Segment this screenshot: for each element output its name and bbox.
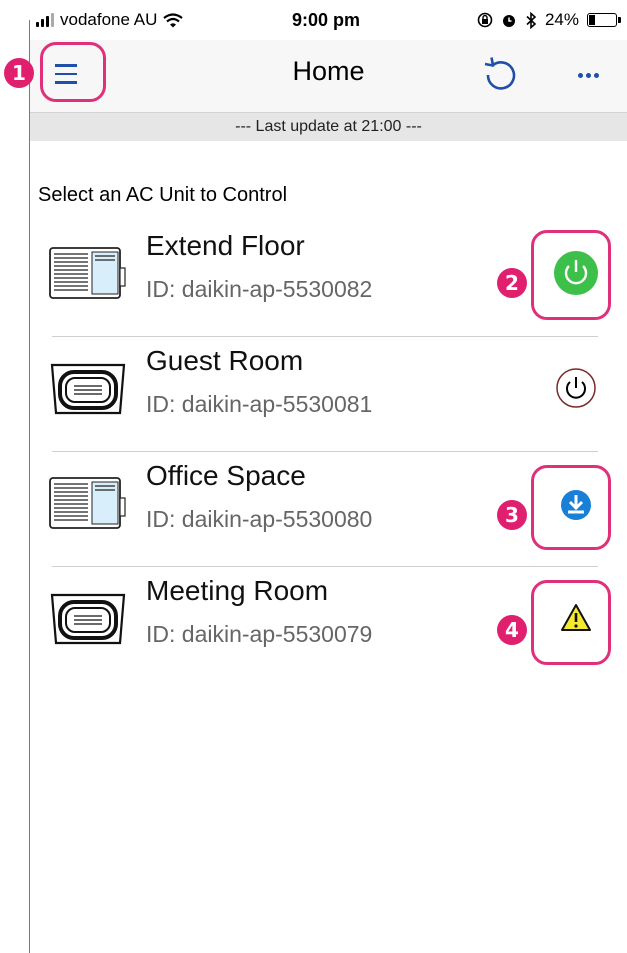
more-dots-icon[interactable] bbox=[570, 60, 606, 90]
unit-name: Extend Floor bbox=[146, 230, 305, 261]
carrier-label: vodafone AU bbox=[60, 10, 158, 29]
rotation-lock-icon bbox=[477, 12, 493, 28]
alarm-icon bbox=[502, 15, 515, 27]
highlight-box-power-on bbox=[531, 230, 611, 320]
highlight-box-warning bbox=[531, 580, 611, 665]
battery-percent: 24% bbox=[544, 10, 579, 29]
annotation-badge: 2 bbox=[497, 268, 527, 298]
unit-id: ID: daikin-ap-5530080 bbox=[146, 506, 373, 532]
nav-bar: Home bbox=[30, 40, 627, 112]
unit-name: Meeting Room bbox=[146, 575, 329, 606]
refresh-icon[interactable] bbox=[482, 56, 520, 94]
ceiling-cassette-icon bbox=[50, 593, 126, 645]
unit-name: Guest Room bbox=[146, 345, 304, 376]
annotation-badge: 3 bbox=[497, 500, 527, 530]
highlight-box-download bbox=[531, 465, 611, 550]
section-label: Select an AC Unit to Control bbox=[38, 184, 288, 206]
page-title: Home bbox=[292, 56, 365, 86]
status-bar: vodafone AU 9:00 pm 24% bbox=[36, 8, 621, 36]
annotation-badge: 1 bbox=[4, 58, 34, 88]
power-off-icon[interactable] bbox=[550, 362, 602, 414]
highlight-box-menu bbox=[40, 42, 106, 102]
annotation-badge: 4 bbox=[497, 615, 527, 645]
status-time: 9:00 pm bbox=[292, 10, 361, 30]
status-right: 24% bbox=[477, 10, 621, 30]
battery-icon bbox=[587, 13, 621, 27]
signal-icon bbox=[36, 13, 54, 27]
wall-ac-unit-icon bbox=[49, 247, 126, 299]
ceiling-cassette-icon bbox=[50, 363, 126, 415]
app-screen: vodafone AU 9:00 pm 24% Home --- Last up… bbox=[0, 0, 627, 953]
last-update-banner: --- Last update at 21:00 --- bbox=[30, 112, 627, 141]
unit-id: ID: daikin-ap-5530081 bbox=[146, 391, 373, 417]
battery-level bbox=[589, 15, 595, 25]
bluetooth-icon bbox=[526, 11, 537, 29]
unit-id: ID: daikin-ap-5530082 bbox=[146, 276, 373, 302]
unit-id: ID: daikin-ap-5530079 bbox=[146, 621, 373, 647]
unit-row-guest-room[interactable]: Guest Room ID: daikin-ap-5530081 bbox=[30, 337, 627, 452]
status-left: vodafone AU bbox=[36, 10, 184, 30]
wifi-icon bbox=[163, 12, 184, 27]
wall-ac-unit-icon bbox=[49, 477, 126, 529]
unit-name: Office Space bbox=[146, 460, 306, 491]
